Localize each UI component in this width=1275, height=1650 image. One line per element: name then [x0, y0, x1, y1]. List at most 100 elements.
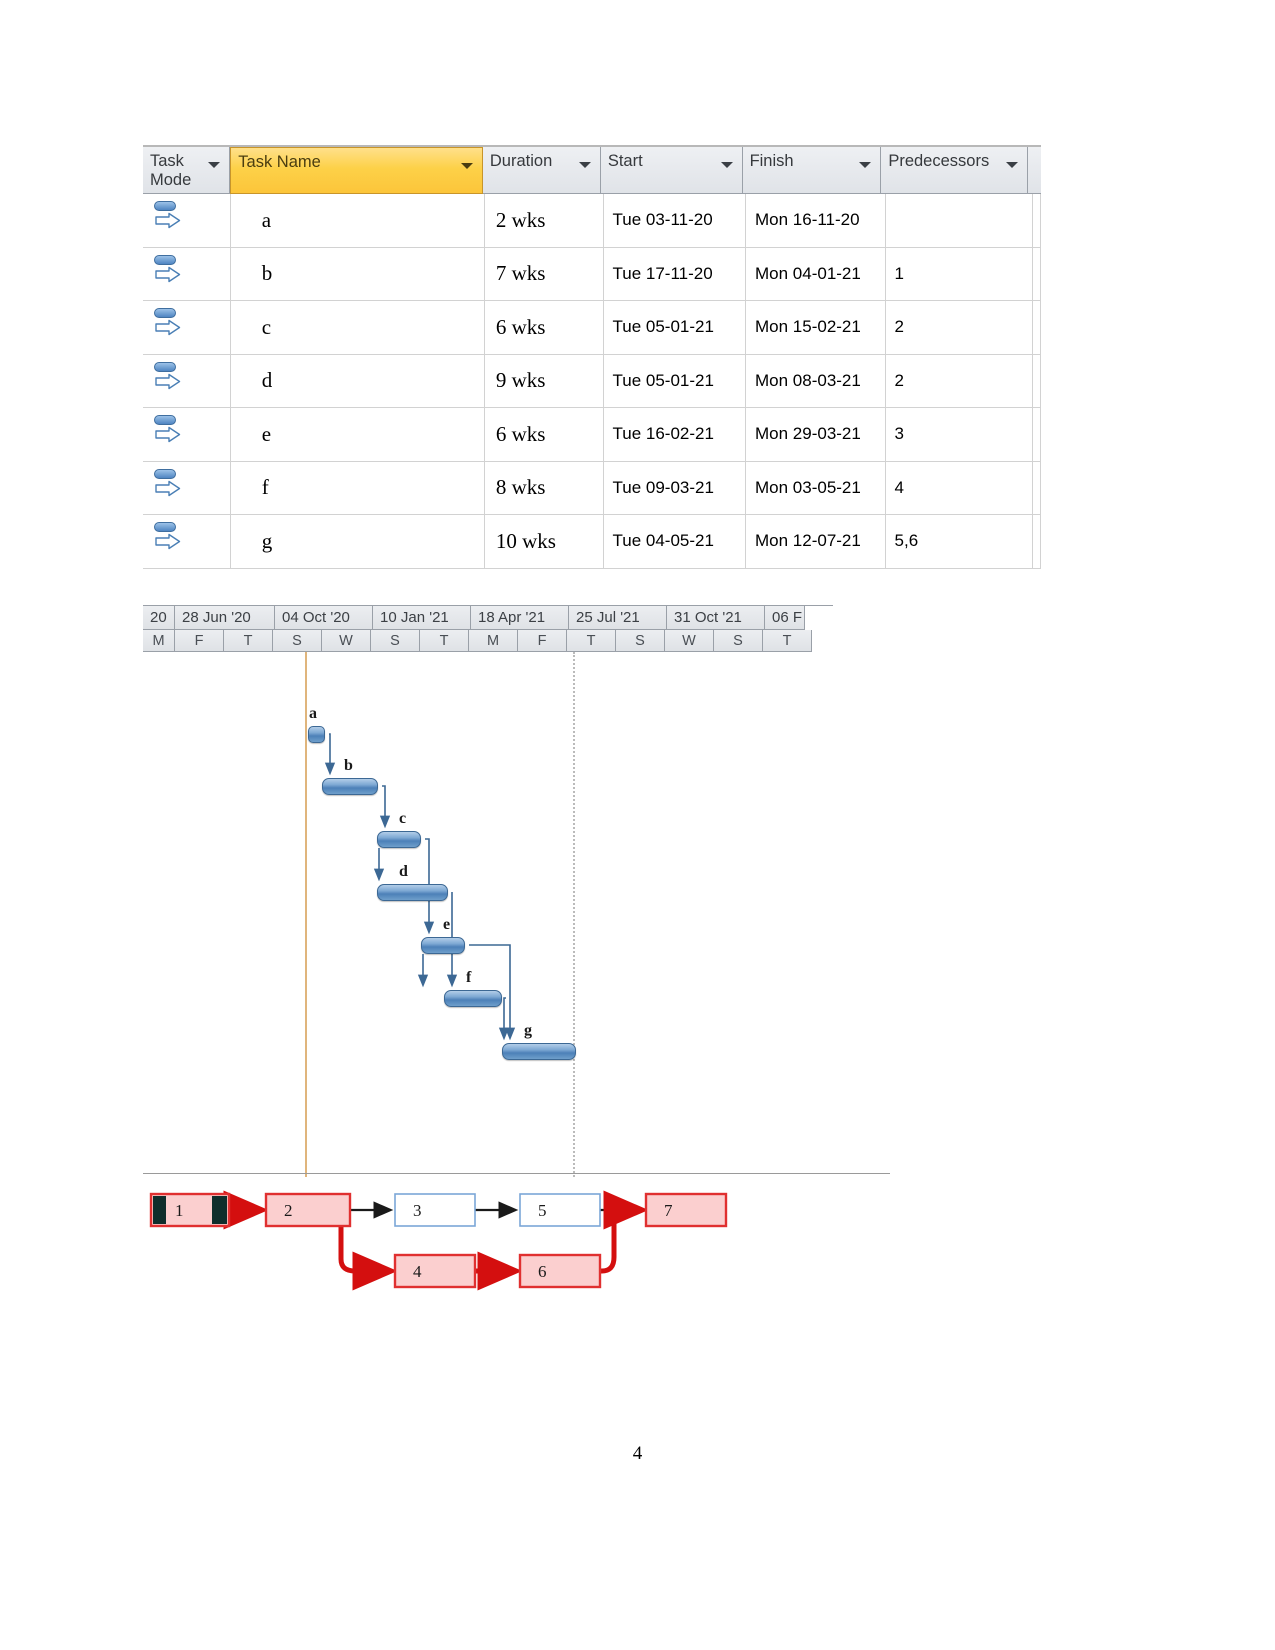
timescale-day-cell: M	[143, 630, 175, 652]
timescale-day-cell: W	[665, 630, 714, 652]
network-node-label: 6	[538, 1262, 547, 1281]
network-node[interactable]: 3	[394, 1193, 476, 1227]
cell-duration[interactable]: 10 wks	[484, 515, 604, 569]
chevron-down-icon[interactable]	[1005, 162, 1018, 168]
network-edge	[338, 1226, 398, 1291]
chevron-down-icon[interactable]	[859, 162, 872, 168]
cell-predecessors[interactable]: 4	[885, 461, 1033, 515]
cell-task-name[interactable]: b	[230, 247, 485, 301]
table-row[interactable]: f8 wks Tue 09-03-21 Mon 03-05-21 4	[143, 461, 1041, 515]
gantt-bar-label: b	[344, 757, 353, 774]
timescale-day-cell: W	[322, 630, 371, 652]
cell-duration[interactable]: 9 wks	[484, 354, 604, 408]
gantt-bar[interactable]	[308, 726, 325, 743]
column-header-start[interactable]: Start	[600, 147, 743, 194]
column-header-predecessors[interactable]: Predecessors	[881, 147, 1028, 194]
column-header-duration[interactable]: Duration	[482, 147, 601, 194]
cell-predecessors[interactable]: 2	[885, 301, 1033, 355]
dependency-links	[324, 733, 516, 1041]
column-header-label: Predecessors	[888, 152, 990, 170]
timescale-month-cell: 31 Oct '21	[667, 606, 765, 630]
gantt-bar-label: g	[524, 1022, 532, 1039]
network-node[interactable]: 7	[644, 1192, 728, 1228]
cell-next	[1033, 461, 1041, 515]
column-header-finish[interactable]: Finish	[742, 147, 882, 194]
cell-next	[1033, 354, 1041, 408]
gantt-canvas: a b c d e f g	[143, 652, 833, 1177]
timescale-days-row: MFTSWSTMFTSWST	[143, 630, 833, 652]
cell-finish[interactable]: Mon 04-01-21	[746, 247, 886, 301]
gantt-bar[interactable]	[322, 778, 378, 795]
cell-task-mode[interactable]	[143, 194, 231, 248]
auto-schedule-icon	[153, 467, 183, 501]
table-row[interactable]: g 10 wks Tue 04-05-21 Mon 12-07-21 5,6	[143, 515, 1041, 569]
cell-duration[interactable]: 6 wks	[484, 408, 604, 462]
chevron-down-icon[interactable]	[208, 162, 221, 168]
chevron-down-icon[interactable]	[578, 162, 591, 168]
cell-task-name[interactable]: c	[230, 301, 485, 355]
cell-start[interactable]: Tue 05-01-21	[603, 301, 746, 355]
table-row[interactable]: d9 wks Tue 05-01-21 Mon 08-03-21 2	[143, 354, 1041, 408]
table-row[interactable]: c6 wks Tue 05-01-21 Mon 15-02-21 2	[143, 301, 1041, 355]
cell-start[interactable]: Tue 03-11-20	[603, 194, 746, 248]
gantt-bar-label: f	[466, 969, 472, 986]
network-node-label: 4	[413, 1262, 422, 1281]
network-node[interactable]: 4	[393, 1253, 477, 1289]
cell-predecessors[interactable]: 1	[885, 247, 1033, 301]
column-header-next[interactable]	[1027, 147, 1041, 194]
cell-duration[interactable]: 8 wks	[484, 461, 604, 515]
cell-finish[interactable]: Mon 15-02-21	[746, 301, 886, 355]
cell-predecessors[interactable]: 5,6	[885, 515, 1033, 569]
cell-duration[interactable]: 6 wks	[484, 301, 604, 355]
cell-start[interactable]: Tue 09-03-21	[603, 461, 746, 515]
cell-duration[interactable]: 7 wks	[484, 247, 604, 301]
timescale-month-cell: 18 Apr '21	[471, 606, 569, 630]
cell-start[interactable]: Tue 04-05-21	[603, 515, 746, 569]
column-header-task-name[interactable]: Task Name	[230, 147, 483, 194]
cell-task-name[interactable]: a	[230, 194, 485, 248]
cell-start[interactable]: Tue 05-01-21	[603, 354, 746, 408]
cell-task-name[interactable]: f	[230, 461, 485, 515]
gantt-bar[interactable]	[502, 1043, 576, 1060]
gantt-bar[interactable]	[444, 990, 502, 1007]
cell-task-mode[interactable]	[143, 301, 231, 355]
cell-finish[interactable]: Mon 12-07-21	[746, 515, 886, 569]
cell-predecessors[interactable]: 2	[885, 354, 1033, 408]
cell-task-mode[interactable]	[143, 247, 231, 301]
table-row[interactable]: b7 wks Tue 17-11-20 Mon 04-01-21 1	[143, 247, 1041, 301]
cell-task-mode[interactable]	[143, 354, 231, 408]
network-node[interactable]: 1	[149, 1192, 231, 1228]
gantt-chart: 20 28 Jun '20 04 Oct '20 10 Jan '21 18 Apr '…	[143, 605, 833, 1177]
gantt-bar-label: c	[399, 810, 407, 827]
cell-task-mode[interactable]	[143, 461, 231, 515]
chevron-down-icon[interactable]	[720, 162, 733, 168]
gantt-bar[interactable]	[377, 884, 448, 901]
chevron-down-icon[interactable]	[460, 163, 473, 169]
table-row[interactable]: e6 wks Tue 16-02-21 Mon 29-03-21 3	[143, 408, 1041, 462]
cell-task-mode[interactable]	[143, 408, 231, 462]
cell-start[interactable]: Tue 16-02-21	[603, 408, 746, 462]
cell-task-name[interactable]: d	[230, 354, 485, 408]
cell-finish[interactable]: Mon 29-03-21	[746, 408, 886, 462]
cell-finish[interactable]: Mon 16-11-20	[746, 194, 886, 248]
cell-task-name[interactable]: g	[230, 515, 485, 569]
auto-schedule-icon	[153, 520, 183, 554]
cell-task-name[interactable]: e	[230, 408, 485, 462]
timescale-month-cell: 10 Jan '21	[373, 606, 471, 630]
network-node[interactable]: 5	[519, 1193, 601, 1227]
column-header-task-mode[interactable]: Task Mode	[143, 147, 231, 194]
gantt-bar[interactable]	[377, 831, 421, 848]
cell-finish[interactable]: Mon 08-03-21	[746, 354, 886, 408]
cell-predecessors[interactable]	[885, 194, 1033, 248]
cell-start[interactable]: Tue 17-11-20	[603, 247, 746, 301]
cell-duration[interactable]: 2 wks	[484, 194, 604, 248]
timescale-day-cell: F	[518, 630, 567, 652]
gantt-bar[interactable]	[421, 937, 465, 954]
cell-finish[interactable]: Mon 03-05-21	[746, 461, 886, 515]
cell-predecessors[interactable]: 3	[885, 408, 1033, 462]
network-node[interactable]: 6	[518, 1253, 602, 1289]
auto-schedule-icon	[153, 199, 183, 233]
network-node[interactable]: 2	[264, 1192, 352, 1228]
table-row[interactable]: a2 wks Tue 03-11-20 Mon 16-11-20	[143, 194, 1041, 248]
cell-task-mode[interactable]	[143, 515, 231, 569]
